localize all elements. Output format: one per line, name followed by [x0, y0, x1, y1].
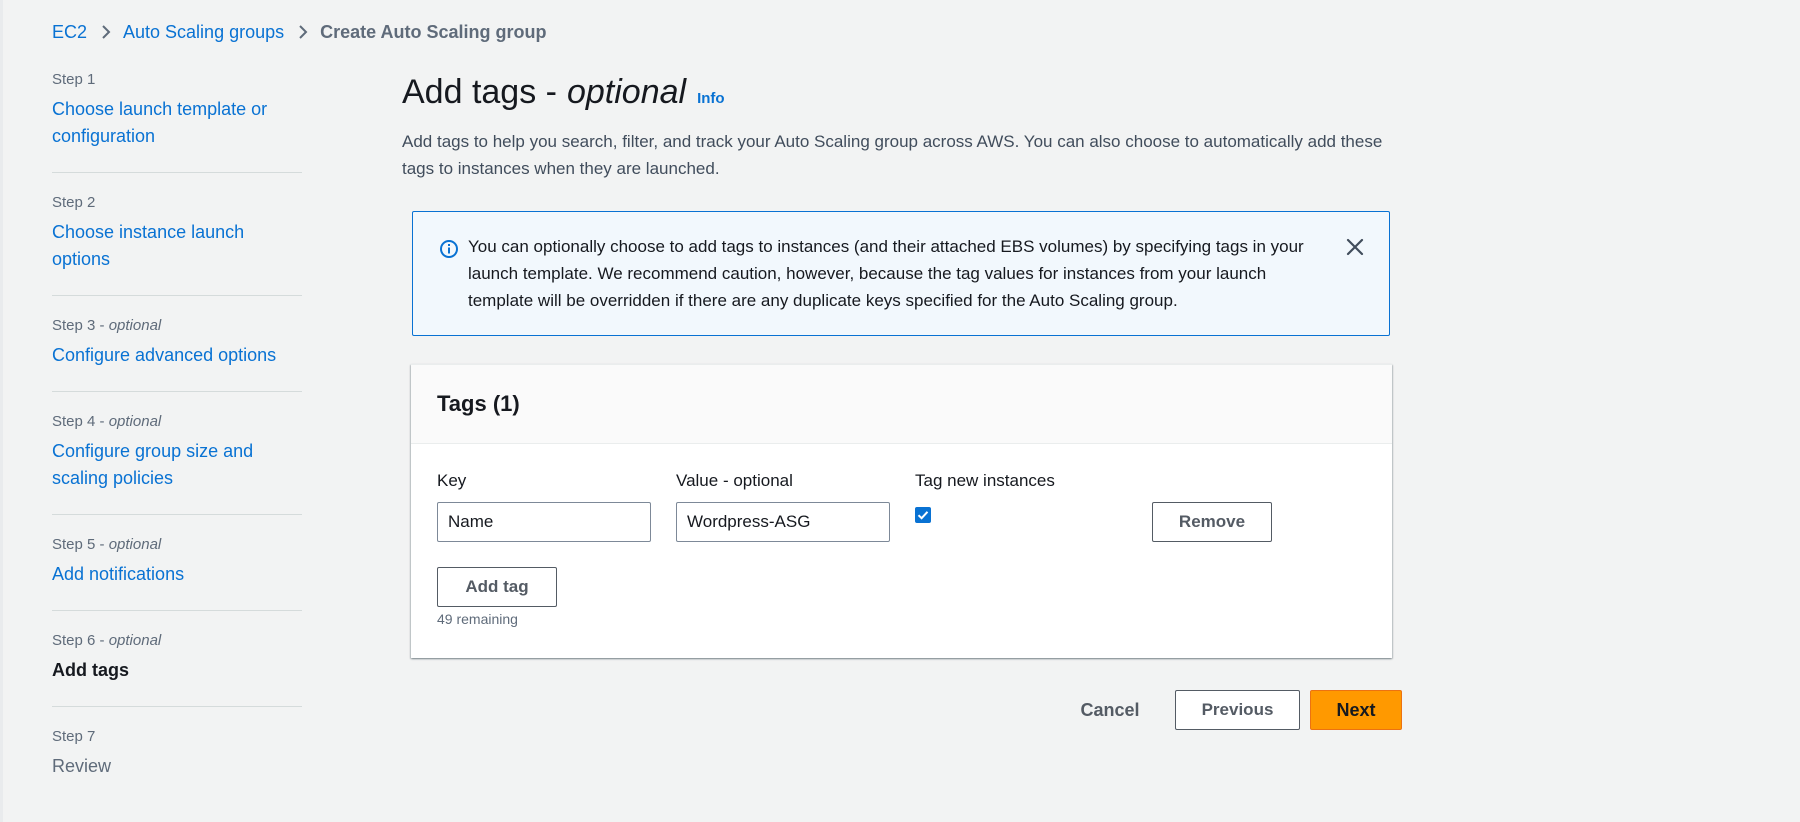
- next-button[interactable]: Next: [1310, 690, 1402, 730]
- left-edge-divider: [0, 0, 3, 822]
- close-icon[interactable]: [1343, 235, 1367, 259]
- step-number: Step 4 - optional: [52, 413, 162, 430]
- tag-value-input[interactable]: [676, 502, 890, 542]
- tags-title: Tags (1): [437, 391, 520, 416]
- wizard-steps-nav: Step 1 Choose launch template or configu…: [52, 70, 302, 822]
- previous-button[interactable]: Previous: [1175, 690, 1300, 730]
- step-1: Step 1 Choose launch template or configu…: [52, 70, 302, 173]
- step-7: Step 7 Review: [52, 727, 302, 802]
- tags-header: Tags (1): [411, 365, 1392, 444]
- step-5: Step 5 - optional Add notifications: [52, 535, 302, 611]
- step-3: Step 3 - optional Configure advanced opt…: [52, 316, 302, 392]
- breadcrumb: EC2 Auto Scaling groups Create Auto Scal…: [52, 20, 546, 44]
- step-number: Step 6 - optional: [52, 632, 162, 649]
- breadcrumb-current: Create Auto Scaling group: [320, 21, 547, 42]
- remove-tag-button[interactable]: Remove: [1152, 502, 1272, 542]
- step-number: Step 7: [52, 728, 96, 745]
- chevron-right-icon: [101, 24, 111, 40]
- page-title: Add tags - optional Info: [402, 70, 1402, 121]
- page-header: Add tags - optional Info Add tags to hel…: [402, 70, 1402, 182]
- page-description: Add tags to help you search, filter, and…: [402, 132, 1383, 178]
- value-label: Value - optional: [676, 471, 793, 490]
- step-4: Step 4 - optional Configure group size a…: [52, 412, 302, 515]
- tag-new-instances-checkbox[interactable]: [915, 507, 931, 523]
- step-number: Step 1: [52, 71, 96, 88]
- step-number: Step 5 - optional: [52, 536, 162, 553]
- step-link-advanced-options[interactable]: Configure advanced options: [52, 342, 302, 369]
- alert-message: You can optionally choose to add tags to…: [468, 237, 1304, 310]
- step-review: Review: [52, 756, 112, 776]
- step-link-group-size[interactable]: Configure group size and scaling policie…: [52, 438, 302, 492]
- step-2: Step 2 Choose instance launch options: [52, 193, 302, 296]
- page-title-optional: optional: [566, 73, 687, 111]
- page-title-text: Add tags -: [402, 73, 557, 111]
- step-6: Step 6 - optional Add tags: [52, 631, 302, 707]
- breadcrumb-auto-scaling-groups-link[interactable]: Auto Scaling groups: [123, 22, 284, 43]
- step-link-choose-launch-template[interactable]: Choose launch template or configuration: [52, 96, 302, 150]
- cancel-button[interactable]: Cancel: [1062, 690, 1158, 730]
- chevron-right-icon: [298, 24, 308, 40]
- key-label: Key: [437, 471, 467, 490]
- breadcrumb-ec2-link[interactable]: EC2: [52, 22, 87, 43]
- tags-container: Tags (1) Key Value - optional Tag new in…: [411, 364, 1392, 658]
- tag-new-instances-label: Tag new instances: [915, 471, 1055, 490]
- step-number: Step 3 - optional: [52, 317, 162, 334]
- step-link-instance-launch-options[interactable]: Choose instance launch options: [52, 219, 302, 273]
- add-tag-button[interactable]: Add tag: [437, 567, 557, 607]
- step-number: Step 2: [52, 194, 96, 211]
- checkmark-icon: [917, 511, 929, 520]
- info-circle-icon: [439, 239, 459, 259]
- remaining-count: 49 remaining: [437, 611, 518, 627]
- step-link-notifications[interactable]: Add notifications: [52, 561, 302, 588]
- info-link[interactable]: Info: [697, 77, 725, 121]
- step-current-add-tags: Add tags: [52, 660, 130, 680]
- tag-key-input[interactable]: [437, 502, 651, 542]
- info-alert: You can optionally choose to add tags to…: [412, 211, 1390, 336]
